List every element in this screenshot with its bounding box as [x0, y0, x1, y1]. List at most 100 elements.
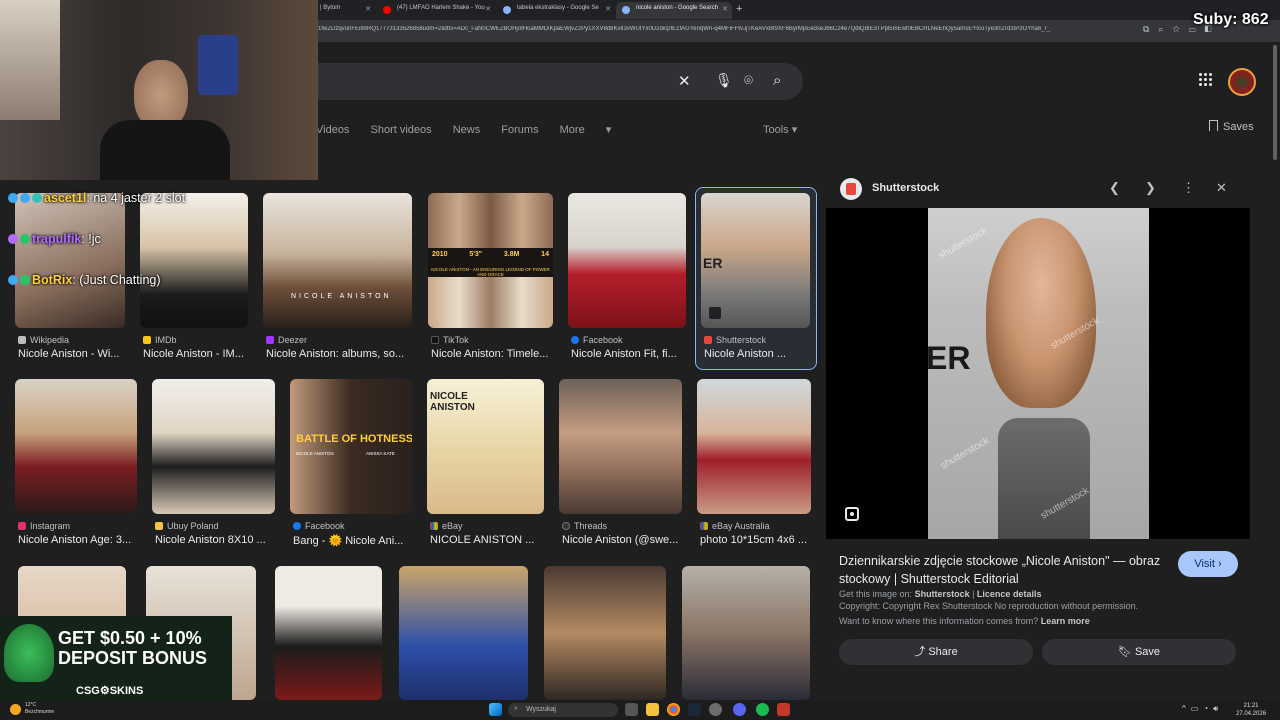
file-explorer-icon[interactable] [646, 703, 659, 716]
facebook-icon [571, 336, 579, 344]
close-icon[interactable]: ✕ [605, 5, 611, 13]
result-thumbnail[interactable] [140, 193, 248, 328]
visit-button[interactable]: Visit › [1178, 551, 1238, 577]
chrome-icon[interactable] [667, 703, 680, 716]
result-thumbnail[interactable] [682, 566, 810, 700]
result-thumbnail[interactable]: ER [701, 193, 810, 328]
deezer-icon [266, 336, 274, 344]
result-source[interactable]: IMDb [143, 335, 177, 345]
lens-search-icon[interactable] [845, 507, 859, 521]
weather-icon [10, 704, 21, 715]
previous-icon[interactable]: ❮ [1109, 180, 1120, 196]
start-icon[interactable] [489, 703, 502, 716]
saves-button[interactable]: Saves [1209, 120, 1254, 133]
result-source[interactable]: TikTok [431, 335, 469, 345]
result-source[interactable]: Instagram [18, 521, 70, 531]
result-thumbnail[interactable]: NICOLE ANISTON [427, 379, 544, 514]
task-view-icon[interactable] [625, 703, 638, 716]
result-thumbnail[interactable] [544, 566, 666, 700]
tab-more[interactable]: More ▾ [560, 124, 630, 136]
steam-icon[interactable] [688, 703, 701, 716]
result-source[interactable]: Facebook [571, 335, 623, 345]
get-image-source-link[interactable]: Shutterstock [915, 589, 970, 599]
result-title[interactable]: Nicole Aniston - Wi... [18, 348, 133, 360]
result-title[interactable]: Nicole Aniston: albums, so... [266, 348, 416, 360]
apps-grid-icon[interactable] [1199, 73, 1213, 87]
thumbnail-text: ER [703, 255, 723, 271]
share-button[interactable]: ⤴ Share [839, 639, 1033, 665]
scrollbar[interactable] [1273, 45, 1277, 160]
tab-youtube[interactable]: (47) LMFAO Harlem Shake - You ✕ [377, 2, 495, 19]
tab-ekstraklasa[interactable]: tabela ekstraklasy - Google Se ✕ [497, 2, 615, 19]
close-icon[interactable]: ✕ [485, 5, 491, 13]
obs-icon[interactable] [709, 703, 722, 716]
result-source[interactable]: Deezer [266, 335, 307, 345]
result-thumbnail[interactable]: BATTLE OF HOTNESS NICOLE ANISTON ANISSA … [290, 379, 412, 514]
result-thumbnail[interactable] [697, 379, 811, 514]
result-title[interactable]: photo 10*15cm 4x6 ... [700, 534, 812, 546]
microphone-icon[interactable]: 🎙 [715, 72, 733, 89]
result-thumbnail[interactable]: 2010 5'3" 3.8M 14 NICOLE ANISTON - AN EN… [428, 193, 553, 328]
save-button[interactable]: 🔖︎ Save [1042, 639, 1236, 665]
system-tray-icons[interactable]: ^▭◔🔊︎ [1182, 704, 1223, 714]
result-title[interactable]: Nicole Aniston: Timele... [431, 348, 556, 360]
result-source[interactable]: Ubuy Poland [155, 521, 219, 531]
discord-icon[interactable] [733, 703, 746, 716]
tab-short-videos[interactable]: Short videos [371, 124, 432, 136]
ebay-icon [430, 522, 438, 530]
result-title[interactable]: Nicole Aniston - IM... [143, 348, 258, 360]
taskbar-clock[interactable]: 21:21 27.04.2026 [1236, 702, 1266, 718]
tab-videos[interactable]: Videos [316, 124, 349, 136]
new-tab-button[interactable]: + [736, 3, 742, 15]
result-title[interactable]: Nicole Aniston Fit, fi... [571, 348, 686, 360]
close-icon[interactable]: ✕ [722, 5, 728, 13]
result-thumbnail[interactable]: NICOLE ANISTON [263, 193, 412, 328]
tools-button[interactable]: Tools ▾ [763, 123, 797, 136]
result-source[interactable]: Facebook [293, 521, 345, 531]
result-source[interactable]: eBay [430, 521, 463, 531]
result-thumbnail[interactable] [568, 193, 686, 328]
shutterstock-icon [704, 336, 712, 344]
tab-nicole-aniston[interactable]: nicole aniston - Google Search ✕ [616, 2, 732, 19]
search-icon[interactable]: ⌕ [773, 72, 781, 89]
result-title[interactable]: Nicole Aniston 8X10 ... [155, 534, 275, 546]
result-source[interactable]: Threads [562, 521, 607, 531]
result-source[interactable]: Shutterstock [704, 335, 766, 345]
avatar[interactable] [1228, 68, 1256, 96]
url-text[interactable]: 1fwZDzqvunFEi89RQ17773133526858udm=2&fbs… [318, 26, 1138, 32]
result-title[interactable]: Bang - 🌞 Nicole Ani... [293, 534, 413, 547]
tiktok-icon [431, 336, 439, 344]
panel-source-name[interactable]: Shutterstock [872, 182, 939, 194]
close-icon[interactable]: ✕ [365, 5, 371, 13]
panel-title[interactable]: Dziennikarskie zdjęcie stockowe „Nicole … [839, 552, 1169, 588]
result-thumbnail[interactable] [152, 379, 275, 514]
search-input[interactable]: ✕ 🎙 ⌾ ⌕ [280, 63, 803, 100]
weather-widget[interactable]: 12°C Bezchmurnie [25, 702, 54, 716]
result-title[interactable]: NICOLE ANISTON ... [430, 534, 550, 546]
lens-icon[interactable]: ⌾ [744, 72, 753, 89]
next-icon[interactable]: ❯ [1145, 180, 1156, 196]
result-title[interactable]: Nicole Aniston (@swe... [562, 534, 682, 546]
result-source[interactable]: eBay Australia [700, 521, 770, 531]
close-icon[interactable]: ✕ [1216, 180, 1227, 196]
app-icon[interactable] [777, 703, 790, 716]
result-thumbnail[interactable] [15, 379, 137, 514]
more-options-icon[interactable]: ⋮ [1182, 180, 1195, 196]
result-thumbnail[interactable] [559, 379, 682, 514]
result-source[interactable]: Wikipedia [18, 335, 69, 345]
result-thumbnail[interactable] [399, 566, 528, 700]
copyright-text: Copyright: Copyright Rex Shutterstock No… [839, 601, 1139, 611]
taskbar-search[interactable]: ⌕ Wyszukaj [508, 703, 618, 717]
tab-news[interactable]: News [453, 124, 481, 136]
preview-image[interactable]: ER shutterstock shutterstock shutterstoc… [928, 208, 1149, 539]
licence-details-link[interactable]: Licence details [977, 589, 1042, 599]
result-thumbnail[interactable] [15, 193, 125, 328]
result-title[interactable]: Nicole Aniston ... [704, 348, 814, 360]
result-thumbnail[interactable] [275, 566, 382, 700]
chevron-right-icon: › [1217, 558, 1222, 570]
clear-icon[interactable]: ✕ [678, 72, 691, 90]
spotify-icon[interactable] [756, 703, 769, 716]
result-title[interactable]: Nicole Aniston Age: 3... [18, 534, 138, 546]
tab-forums[interactable]: Forums [501, 124, 538, 136]
learn-more-link[interactable]: Learn more [1041, 616, 1090, 626]
